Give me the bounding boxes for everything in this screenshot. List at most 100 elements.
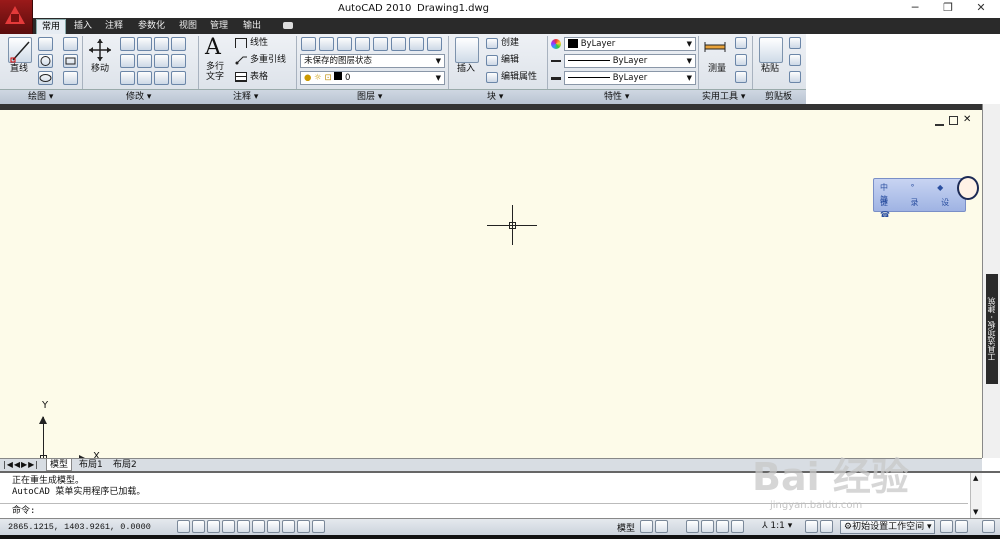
- layer-lock-icon[interactable]: [391, 37, 406, 51]
- snap-icon[interactable]: [192, 520, 205, 533]
- scroll-down-icon[interactable]: ▼: [973, 508, 978, 516]
- trim-icon[interactable]: [154, 37, 169, 51]
- coordinate-readout[interactable]: 2865.1215, 1403.9261, 0.0000: [8, 522, 151, 532]
- color-wheel-icon[interactable]: [551, 39, 561, 49]
- lineweight-toggle-icon[interactable]: [312, 520, 325, 533]
- viewport-minimize-icon[interactable]: [935, 118, 944, 126]
- rotate-icon[interactable]: [137, 37, 152, 51]
- ducs-icon[interactable]: [282, 520, 295, 533]
- viewport-close-icon[interactable]: ✕: [963, 114, 971, 125]
- table-icon[interactable]: [235, 72, 247, 82]
- insert-block-icon[interactable]: [455, 37, 479, 63]
- clean-screen-icon[interactable]: [982, 520, 995, 533]
- auto-scale-icon[interactable]: [820, 520, 833, 533]
- layer-previous-icon[interactable]: [427, 37, 442, 51]
- tab-parametric[interactable]: 参数化: [133, 19, 170, 34]
- command-prompt[interactable]: 命令:: [12, 506, 35, 517]
- edit-attribute-icon[interactable]: [486, 72, 498, 83]
- cut-icon[interactable]: [789, 37, 801, 49]
- clipboard-panel-label[interactable]: 剪贴板: [765, 90, 792, 104]
- grid-icon[interactable]: [207, 520, 220, 533]
- quick-view-drawings-icon[interactable]: [655, 520, 668, 533]
- annotation-panel-label[interactable]: 注释 ▾: [233, 90, 258, 104]
- array-icon[interactable]: [154, 71, 169, 85]
- layer-state-icon[interactable]: [319, 37, 334, 51]
- table-label[interactable]: 表格: [250, 72, 268, 83]
- copy-clip-icon[interactable]: [789, 54, 801, 66]
- tab-insert[interactable]: 插入: [69, 19, 97, 34]
- chamfer-icon[interactable]: [171, 71, 186, 85]
- layer-properties-icon[interactable]: [301, 37, 316, 51]
- line-tool-icon[interactable]: [8, 37, 32, 63]
- hatch-icon[interactable]: [63, 71, 78, 85]
- drawing-canvas[interactable]: ✕ Y X: [0, 104, 982, 463]
- ortho-icon[interactable]: [222, 520, 235, 533]
- mtext-icon[interactable]: A: [205, 36, 221, 60]
- linear-dim-icon[interactable]: [235, 38, 247, 48]
- tab-layout2[interactable]: 布局2: [110, 459, 140, 471]
- edit-attribute-label[interactable]: 编辑属性: [501, 72, 537, 83]
- linetype-dropdown[interactable]: ByLayer ▼: [564, 54, 696, 68]
- circle-icon[interactable]: [38, 54, 53, 68]
- tab-annotate[interactable]: 注释: [100, 19, 128, 34]
- match-properties-icon[interactable]: [789, 71, 801, 83]
- hardware-acceleration-icon[interactable]: [955, 520, 968, 533]
- workspace-switch-button[interactable]: ⚙初始设置工作空间 ▾: [840, 520, 936, 534]
- explode-icon[interactable]: [171, 54, 186, 68]
- erase-icon[interactable]: [120, 54, 135, 68]
- lock-icon[interactable]: [940, 520, 953, 533]
- measure-icon[interactable]: [704, 40, 726, 54]
- layer-isolate-icon[interactable]: [337, 37, 352, 51]
- linear-dim-label[interactable]: 线性: [250, 38, 268, 49]
- scroll-up-icon[interactable]: ▲: [973, 474, 978, 482]
- rectangle-icon[interactable]: [63, 54, 78, 68]
- viewport-restore-icon[interactable]: [949, 116, 958, 125]
- find-icon[interactable]: [735, 54, 747, 66]
- lineweight-dropdown[interactable]: ByLayer ▼: [564, 71, 696, 85]
- input-method-widget[interactable]: 中 ° ◆ 简 键 录 设 ☎: [873, 176, 979, 219]
- layer-match-icon[interactable]: [409, 37, 424, 51]
- tab-output[interactable]: 输出: [238, 19, 266, 34]
- scale-icon[interactable]: [137, 71, 152, 85]
- osnap-icon[interactable]: [252, 520, 265, 533]
- layers-panel-label[interactable]: 图层 ▾: [357, 90, 382, 104]
- edit-block-icon[interactable]: [486, 55, 498, 66]
- lineweight-icon[interactable]: [551, 77, 561, 80]
- tab-layout1[interactable]: 布局1: [76, 459, 106, 471]
- restore-button[interactable]: ❐: [938, 1, 958, 15]
- otrack-icon[interactable]: [267, 520, 280, 533]
- offset-icon[interactable]: [171, 37, 186, 51]
- modify-panel-label[interactable]: 修改 ▾: [126, 90, 151, 104]
- move-icon[interactable]: [88, 37, 112, 63]
- layer-state-dropdown[interactable]: 未保存的图层状态 ▼: [300, 54, 445, 68]
- annotation-visibility-icon[interactable]: [805, 520, 818, 533]
- tab-home[interactable]: 常用: [36, 19, 67, 34]
- annotation-scale-label[interactable]: ⅄ 1:1 ▾: [762, 521, 792, 531]
- ribbon-toggle-icon[interactable]: [283, 22, 293, 29]
- calculator-icon[interactable]: [735, 71, 747, 83]
- close-button[interactable]: ✕: [971, 1, 991, 15]
- tab-view[interactable]: 视图: [174, 19, 202, 34]
- utilities-panel-label[interactable]: 实用工具 ▾: [702, 90, 745, 104]
- mleader-icon[interactable]: [235, 55, 247, 65]
- color-dropdown[interactable]: ByLayer ▼: [564, 37, 696, 51]
- arc-icon[interactable]: [63, 37, 78, 51]
- draw-panel-label[interactable]: 绘图 ▾: [28, 90, 53, 104]
- layer-dropdown[interactable]: ● ☼ ⊡ 0 ▼: [300, 71, 445, 85]
- command-scrollbar[interactable]: ▲ ▼: [970, 473, 982, 518]
- polyline-icon[interactable]: [38, 37, 53, 51]
- infer-constraints-icon[interactable]: [177, 520, 190, 533]
- application-menu-button[interactable]: [0, 0, 33, 34]
- tab-model[interactable]: 模型: [46, 459, 73, 471]
- create-block-icon[interactable]: [486, 38, 498, 49]
- edit-block-label[interactable]: 编辑: [501, 55, 519, 66]
- fillet-icon[interactable]: [154, 54, 169, 68]
- tool-palette-bar[interactable]: 工具选项板 - 建筑: [982, 104, 1000, 458]
- paste-icon[interactable]: [759, 37, 783, 63]
- layout-nav-arrows-icon[interactable]: |◀◀▶▶|: [3, 460, 39, 469]
- tab-manage[interactable]: 管理: [205, 19, 233, 34]
- mleader-label[interactable]: 多重引线: [250, 55, 286, 66]
- showmotion-icon[interactable]: [731, 520, 744, 533]
- pan-icon[interactable]: [686, 520, 699, 533]
- ellipse-icon[interactable]: [38, 71, 53, 85]
